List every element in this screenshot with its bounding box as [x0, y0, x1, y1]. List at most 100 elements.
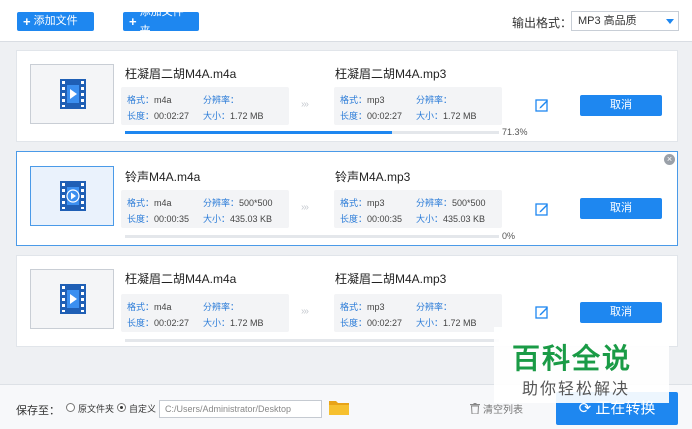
duration-value: 00:02:27: [154, 111, 190, 121]
cancel-button[interactable]: 取消: [580, 302, 662, 323]
source-info-box: 格式：m4a 分辨率： 长度：00:02:27 大小：1.72 MB: [121, 87, 289, 125]
format-value: m4a: [154, 302, 172, 312]
file-item-card[interactable]: 枉凝眉二胡M4A.m4a 枉凝眉二胡M4A.mp3 格式：m4a 分辨率： 长度…: [16, 50, 678, 142]
edit-icon[interactable]: [535, 305, 549, 319]
duration-value: 00:02:27: [154, 318, 190, 328]
radio-custom-folder-label: 自定义: [129, 404, 157, 414]
clear-list-button[interactable]: 清空列表: [470, 401, 523, 416]
source-file-name: 枉凝眉二胡M4A.m4a: [125, 272, 237, 286]
format-value: m4a: [154, 95, 172, 105]
duration-key: 长度：: [340, 111, 368, 121]
add-file-button[interactable]: + 添加文件: [17, 12, 94, 31]
size-key: 大小：: [203, 111, 231, 121]
video-file-icon: [60, 181, 86, 211]
video-file-icon: [60, 79, 86, 109]
video-thumbnail: [30, 269, 114, 329]
resolution-key: 分辨率：: [416, 198, 453, 208]
watermark: 百科全说 助你轻松解决: [494, 327, 669, 403]
target-info-box: 格式：mp3 分辨率： 长度：00:02:27 大小：1.72 MB: [334, 294, 502, 332]
target-info-box: 格式：mp3 分辨率：500*500 长度：00:00:35 大小：435.03…: [334, 190, 502, 228]
format-key: 格式：: [340, 198, 368, 208]
top-toolbar: + 添加文件 + 添加文件夹 输出格式： MP3 高品质: [0, 0, 692, 42]
size-key: 大小：: [416, 318, 444, 328]
folder-icon[interactable]: [328, 399, 350, 416]
convert-arrow-icon: ›››: [301, 99, 309, 110]
format-value: m4a: [154, 198, 172, 208]
progress-bar: [125, 131, 499, 134]
output-format-label: 输出格式：: [512, 16, 573, 30]
size-value: 435.03 KB: [443, 214, 486, 224]
video-file-icon: [60, 284, 86, 314]
edit-icon[interactable]: [535, 98, 549, 112]
cancel-button[interactable]: 取消: [580, 198, 662, 219]
resolution-key: 分辨率：: [416, 302, 453, 312]
edit-icon[interactable]: [535, 202, 549, 216]
target-file-name: 枉凝眉二胡M4A.mp3: [335, 272, 447, 286]
format-value: mp3: [367, 95, 385, 105]
size-value: 1.72 MB: [443, 318, 477, 328]
output-format-select[interactable]: MP3 高品质: [571, 11, 679, 31]
source-info-box: 格式：m4a 分辨率：500*500 长度：00:00:35 大小：435.03…: [121, 190, 289, 228]
progress-percent: 0%: [502, 231, 516, 241]
resolution-key: 分辨率：: [203, 302, 240, 312]
cancel-button[interactable]: 取消: [580, 95, 662, 116]
resolution-value: 500*500: [452, 198, 486, 208]
size-value: 1.72 MB: [230, 111, 264, 121]
watermark-brand: 百科全说: [512, 342, 633, 375]
watermark-slogan: 助你轻松解决: [522, 379, 631, 398]
add-folder-button[interactable]: + 添加文件夹: [123, 6, 199, 37]
size-value: 1.72 MB: [230, 318, 264, 328]
size-key: 大小：: [416, 111, 444, 121]
trash-icon: [470, 403, 480, 414]
format-key: 格式：: [127, 95, 155, 105]
source-info-box: 格式：m4a 分辨率： 长度：00:02:27 大小：1.72 MB: [121, 294, 289, 332]
target-file-name: 枉凝眉二胡M4A.mp3: [335, 67, 447, 81]
duration-key: 长度：: [127, 318, 155, 328]
format-key: 格式：: [127, 302, 155, 312]
radio-original-folder[interactable]: [66, 403, 75, 412]
progress-bar: [125, 235, 499, 238]
size-key: 大小：: [203, 214, 231, 224]
resolution-key: 分辨率：: [203, 198, 240, 208]
duration-value: 00:02:27: [367, 318, 403, 328]
resolution-key: 分辨率：: [416, 95, 453, 105]
video-thumbnail: [30, 166, 114, 226]
add-folder-label: 添加文件夹: [139, 5, 184, 37]
plus-icon: +: [129, 14, 137, 29]
file-item-card[interactable]: 铃声M4A.m4a 铃声M4A.mp3 × 格式：m4a 分辨率：500*500…: [16, 151, 678, 246]
target-file-name: 铃声M4A.mp3: [335, 170, 411, 184]
clear-list-label: 清空列表: [483, 405, 523, 416]
duration-value: 00:00:35: [154, 214, 190, 224]
source-file-name: 枉凝眉二胡M4A.m4a: [125, 67, 237, 81]
format-key: 格式：: [127, 198, 155, 208]
video-thumbnail: [30, 64, 114, 124]
resolution-key: 分辨率：: [203, 95, 240, 105]
convert-arrow-icon: ›››: [301, 202, 309, 213]
size-value: 435.03 KB: [230, 214, 273, 224]
duration-key: 长度：: [127, 214, 155, 224]
duration-value: 00:00:35: [367, 214, 403, 224]
progress-percent: 71.3%: [502, 127, 528, 137]
size-key: 大小：: [203, 318, 231, 328]
source-file-name: 铃声M4A.m4a: [125, 170, 201, 184]
plus-icon: +: [23, 14, 31, 29]
size-key: 大小：: [416, 214, 444, 224]
duration-key: 长度：: [340, 214, 368, 224]
format-value: mp3: [367, 302, 385, 312]
size-value: 1.72 MB: [443, 111, 477, 121]
format-value: mp3: [367, 198, 385, 208]
remove-item-icon[interactable]: ×: [664, 154, 675, 165]
radio-original-folder-label: 原文件夹: [78, 404, 115, 414]
duration-value: 00:02:27: [367, 111, 403, 121]
format-key: 格式：: [340, 95, 368, 105]
save-to-label: 保存至：: [16, 405, 60, 417]
save-path-input[interactable]: [159, 400, 322, 418]
duration-key: 长度：: [340, 318, 368, 328]
output-format-value: MP3 高品质: [578, 15, 637, 27]
progress-fill: [125, 131, 392, 134]
duration-key: 长度：: [127, 111, 155, 121]
format-key: 格式：: [340, 302, 368, 312]
convert-arrow-icon: ›››: [301, 306, 309, 317]
add-file-label: 添加文件: [33, 15, 78, 27]
radio-custom-folder[interactable]: [117, 403, 126, 412]
